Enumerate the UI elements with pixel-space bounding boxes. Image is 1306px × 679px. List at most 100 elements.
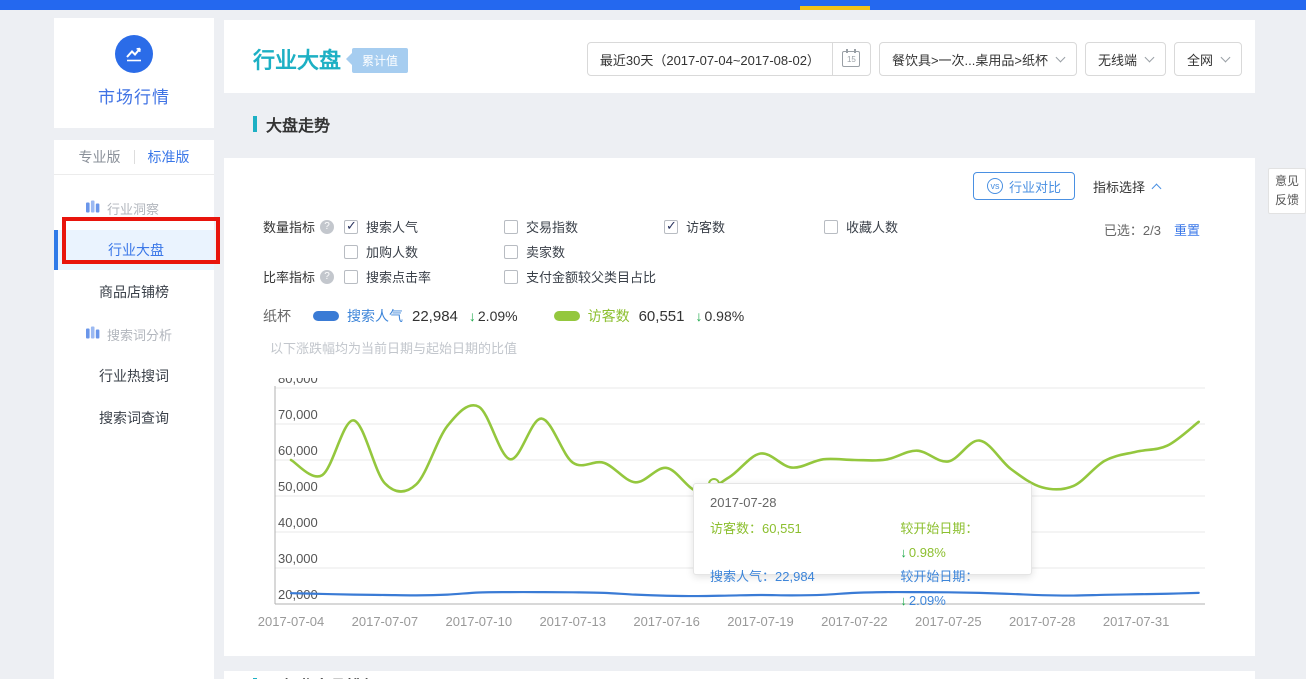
y-axis-label: 50,000 — [278, 479, 318, 494]
market-trend-logo-icon — [115, 35, 153, 73]
checkbox-payment-share-vs-parent[interactable]: 支付金额较父类目占比 — [504, 267, 664, 286]
section-header: 大盘走势 — [253, 112, 330, 136]
checkbox-add-cart-count[interactable]: 加购人数 — [344, 242, 504, 261]
section-title: 大盘走势 — [266, 112, 330, 136]
checkbox-box[interactable] — [504, 245, 518, 259]
vs-icon: vs — [987, 178, 1003, 194]
help-icon[interactable]: ? — [320, 270, 334, 284]
x-axis-label: 2017-07-04 — [258, 614, 325, 629]
terminal-select-value: 无线端 — [1098, 50, 1137, 69]
app-logo-card: 市场行情 — [54, 18, 214, 128]
checkbox-box[interactable] — [664, 220, 678, 234]
checkbox-box[interactable] — [344, 270, 358, 284]
selected-count: 已选：2/3 — [1104, 220, 1161, 239]
page: 市场行情 专业版标准版 行业洞察行业大盘商品店铺榜搜索词分析行业热搜词搜索词查询… — [0, 0, 1306, 679]
sidebar-item-search-term-query[interactable]: 搜索词查询 — [54, 397, 214, 439]
sidebar-item-product-shop-rank[interactable]: 商品店铺榜 — [54, 271, 214, 313]
terminal-select[interactable]: 无线端 — [1085, 42, 1166, 76]
x-axis-label: 2017-07-19 — [727, 614, 794, 629]
checkbox-transaction-index[interactable]: 交易指数 — [504, 217, 664, 236]
version-tab-standard[interactable]: 标准版 — [148, 147, 190, 167]
scope-select-value: 全网 — [1187, 50, 1213, 69]
legend-item-visitors[interactable]: 访客数 60,551 ↓0.98% — [554, 306, 745, 326]
chevron-down-icon — [1056, 53, 1066, 63]
industry-compare-button[interactable]: vs 行业对比 — [973, 172, 1075, 200]
checkbox-box[interactable] — [504, 270, 518, 284]
filter-row: 加购人数 卖家数 — [263, 239, 984, 264]
y-axis-label: 60,000 — [278, 443, 318, 458]
x-axis-label: 2017-07-16 — [633, 614, 700, 629]
y-axis-label: 70,000 — [278, 407, 318, 422]
x-axis-label: 2017-07-25 — [915, 614, 982, 629]
header-controls: 最近30天（2017-07-04~2017-08-02） 15 餐饮具>一次..… — [587, 42, 1242, 76]
date-range-picker[interactable]: 最近30天（2017-07-04~2017-08-02） 15 — [587, 42, 871, 76]
help-icon[interactable]: ? — [320, 220, 334, 234]
cumulative-value-badge: 累计值 — [352, 48, 408, 73]
y-axis-label: 40,000 — [278, 515, 318, 530]
category-select[interactable]: 餐饮具>一次...桌用品>纸杯 — [879, 42, 1077, 76]
down-arrow-icon: ↓ — [900, 545, 907, 560]
date-range-text: 最近30天（2017-07-04~2017-08-02） — [588, 50, 832, 69]
next-section-title: 子行业商品排行 — [266, 673, 378, 679]
books-icon — [86, 326, 100, 342]
checkbox-label: 访客数 — [686, 217, 725, 236]
version-tab-pro[interactable]: 专业版 — [79, 147, 121, 167]
top-nav-active-indicator — [800, 6, 870, 10]
checkbox-favorite-count[interactable]: 收藏人数 — [824, 217, 984, 236]
sidebar-item-industry-hot-search[interactable]: 行业热搜词 — [54, 355, 214, 397]
books-icon — [86, 200, 100, 216]
tab-divider — [134, 150, 135, 164]
checkbox-box[interactable] — [504, 220, 518, 234]
tooltip-row-search-popularity: 搜索人气：22,984 较开始日期：↓2.09% — [710, 565, 1015, 613]
top-nav-bar — [0, 0, 1306, 10]
category-select-value: 餐饮具>一次...桌用品>纸杯 — [892, 50, 1048, 69]
checkbox-label: 卖家数 — [526, 242, 565, 261]
checkbox-label: 加购人数 — [366, 242, 418, 261]
selection-summary: 已选：2/3 重置 — [1104, 220, 1200, 239]
calendar-icon[interactable]: 15 — [832, 43, 870, 75]
checkbox-search-ctr[interactable]: 搜索点击率 — [344, 267, 504, 286]
metric-filters: 数量指标?搜索人气交易指数访客数收藏人数加购人数卖家数比率指标?搜索点击率支付金… — [263, 214, 984, 289]
page-title: 行业大盘 — [253, 43, 341, 75]
checkbox-box[interactable] — [344, 220, 358, 234]
chart-note: 以下涨跌幅均为当前日期与起始日期的比值 — [270, 338, 517, 357]
app-title: 市场行情 — [54, 83, 214, 108]
y-axis-label: 80,000 — [278, 378, 318, 386]
metric-group-label-quantity-metrics: 数量指标? — [263, 217, 344, 236]
chart-legend: 纸杯 搜索人气 22,984 ↓2.09% 访客数 60,551 ↓0.98% — [263, 306, 780, 326]
down-arrow-icon: ↓ — [695, 308, 702, 324]
x-axis-label: 2017-07-22 — [821, 614, 888, 629]
metric-selector-toggle[interactable]: 指标选择 — [1093, 177, 1160, 196]
legend-category: 纸杯 — [263, 306, 291, 326]
down-arrow-icon: ↓ — [469, 308, 476, 324]
checkbox-search-popularity[interactable]: 搜索人气 — [344, 217, 504, 236]
down-arrow-icon: ↓ — [900, 593, 907, 608]
green-series-pill-icon — [554, 311, 580, 321]
sidebar-group-search-term-analysis: 搜索词分析 — [54, 313, 214, 355]
trend-panel: vs 行业对比 指标选择 数量指标? 搜索人气 交易指数 访客数 收藏人数加购人数 卖家数… — [224, 158, 1255, 656]
x-axis-label: 2017-07-13 — [539, 614, 606, 629]
next-section-card-cutoff: 子行业商品排行 — [224, 671, 1255, 679]
section-marker — [253, 116, 257, 132]
checkbox-label: 搜索点击率 — [366, 267, 431, 286]
tooltip-date: 2017-07-28 — [710, 495, 1015, 510]
checkbox-box[interactable] — [824, 220, 838, 234]
annotation-highlight-box — [62, 217, 220, 264]
checkbox-visitor-count[interactable]: 访客数 — [664, 217, 824, 236]
checkbox-label: 搜索人气 — [366, 217, 418, 236]
checkbox-box[interactable] — [344, 245, 358, 259]
legend-item-search-popularity[interactable]: 搜索人气 22,984 ↓2.09% — [313, 306, 518, 326]
y-axis-label: 30,000 — [278, 551, 318, 566]
chevron-up-icon — [1152, 183, 1162, 193]
scope-select[interactable]: 全网 — [1174, 42, 1242, 76]
filter-row: 比率指标?搜索点击率支付金额较父类目占比 — [263, 264, 984, 289]
checkbox-label: 支付金额较父类目占比 — [526, 267, 656, 286]
checkbox-seller-count[interactable]: 卖家数 — [504, 242, 664, 261]
panel-tools: vs 行业对比 指标选择 — [973, 172, 1160, 200]
checkbox-label: 交易指数 — [526, 217, 578, 236]
feedback-tab[interactable]: 意见 反馈 — [1268, 168, 1306, 214]
x-axis-label: 2017-07-10 — [446, 614, 513, 629]
reset-link[interactable]: 重置 — [1174, 220, 1200, 239]
x-axis-label: 2017-07-07 — [352, 614, 419, 629]
series-line-访客数[interactable] — [291, 405, 1199, 491]
